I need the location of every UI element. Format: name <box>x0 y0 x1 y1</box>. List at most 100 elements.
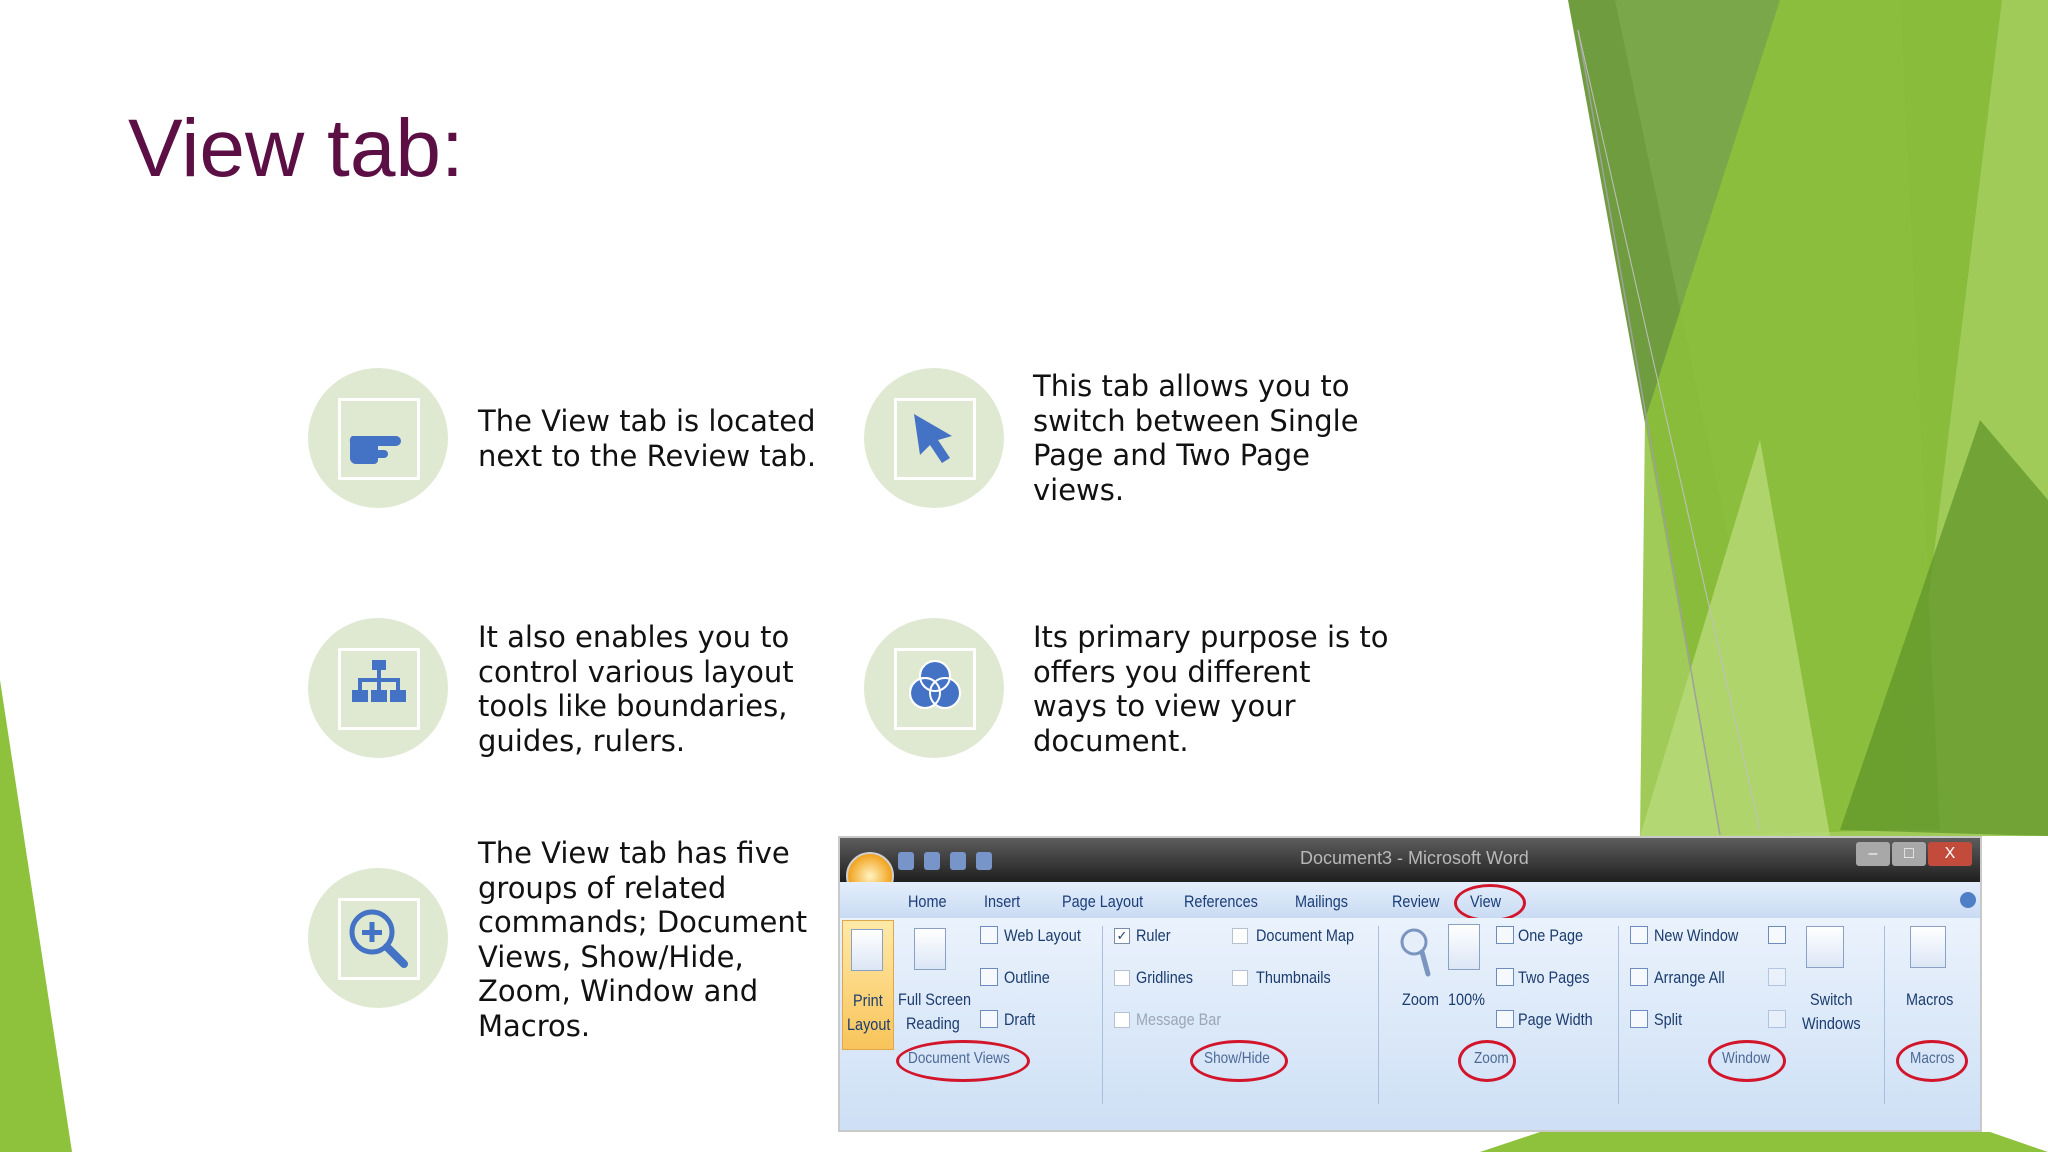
text-line: Page and Two Page <box>1033 438 1311 472</box>
text-line: Zoom, Window and <box>478 974 759 1008</box>
thumbnails-checkbox[interactable] <box>1232 970 1248 986</box>
hundred-percent-icon <box>1448 924 1480 970</box>
slide-title: View tab: <box>128 103 464 194</box>
side-by-side-icon[interactable] <box>1768 926 1786 944</box>
zoom-button[interactable]: Zoom <box>1402 990 1439 1010</box>
one-page-button[interactable]: One Page <box>1518 926 1583 946</box>
text-line: tools like boundaries, <box>478 689 788 723</box>
highlight-ring-zoom <box>1458 1040 1516 1082</box>
help-icon[interactable] <box>1960 892 1976 908</box>
switch-windows-label-2[interactable]: Windows <box>1802 1014 1861 1034</box>
undo-icon <box>924 852 940 870</box>
window-buttons: – □ X <box>1856 842 1972 866</box>
text-line: groups of related <box>478 870 727 905</box>
close-button[interactable]: X <box>1928 842 1972 866</box>
text-line: control various layout <box>478 654 794 689</box>
full-screen-label-1[interactable]: Full Screen <box>898 990 971 1010</box>
split-button[interactable]: Split <box>1654 1010 1682 1030</box>
item-text-1: The View tab is located next to the Revi… <box>478 404 816 473</box>
item-icon-circle <box>864 368 1004 508</box>
document-map-label: Document Map <box>1256 926 1354 945</box>
group-separator <box>1884 926 1885 1104</box>
sync-scroll-icon[interactable] <box>1768 968 1786 986</box>
arrange-all-icon <box>1630 968 1648 986</box>
gridlines-label: Gridlines <box>1136 968 1194 987</box>
save-icon <box>898 852 914 870</box>
tab-page-layout[interactable]: Page Layout <box>1062 892 1143 912</box>
hundred-percent-button[interactable]: 100% <box>1448 990 1485 1010</box>
switch-windows-label-1[interactable]: Switch <box>1810 990 1853 1010</box>
new-window-icon <box>1630 926 1648 944</box>
gridlines-checkbox[interactable] <box>1114 970 1130 986</box>
venn-diagram-icon <box>909 660 961 709</box>
macros-button[interactable]: Macros <box>1906 990 1953 1010</box>
macros-icon <box>1910 926 1946 968</box>
zoom-in-icon <box>349 909 408 968</box>
minimize-button[interactable]: – <box>1856 842 1890 866</box>
switch-windows-icon <box>1806 926 1844 968</box>
page-icon <box>851 929 883 971</box>
arrange-all-button[interactable]: Arrange All <box>1654 968 1725 988</box>
text-line: ways to view your <box>1033 689 1296 723</box>
window-title: Document3 - Microsoft Word <box>1300 848 1529 868</box>
thumbnails-label: Thumbnails <box>1256 968 1331 987</box>
text-line: Macros. <box>478 1008 591 1043</box>
page-width-button[interactable]: Page Width <box>1518 1010 1593 1030</box>
web-layout-button[interactable]: Web Layout <box>1004 926 1081 946</box>
tab-review[interactable]: Review <box>1392 892 1439 912</box>
document-map-checkbox[interactable] <box>1232 928 1248 944</box>
reset-position-icon[interactable] <box>1768 1010 1786 1028</box>
new-window-button[interactable]: New Window <box>1654 926 1738 946</box>
tab-references[interactable]: References <box>1184 892 1258 912</box>
text-line: Views, Show/Hide, <box>478 939 744 974</box>
print-layout-label-2: Layout <box>847 1015 891 1034</box>
tab-insert[interactable]: Insert <box>984 892 1020 912</box>
cursor-arrow-icon <box>914 414 952 463</box>
text-line: Its primary purpose is to <box>1033 620 1389 654</box>
ribbon-tabs: Home Insert Page Layout References Maili… <box>840 882 1980 922</box>
highlight-ring-view <box>1454 884 1526 922</box>
print-layout-button[interactable]: Print Layout <box>842 920 894 1050</box>
highlight-ring-window <box>1708 1040 1786 1082</box>
text-line: next to the Review tab. <box>478 438 817 473</box>
text-line: The View tab is located <box>478 404 816 438</box>
two-pages-button[interactable]: Two Pages <box>1518 968 1589 988</box>
item-icon-circle <box>308 868 448 1008</box>
ruler-checkbox[interactable]: ✓ <box>1114 928 1130 944</box>
message-bar-checkbox[interactable] <box>1114 1012 1130 1028</box>
group-separator <box>1102 926 1103 1104</box>
window-titlebar: Document3 - Microsoft Word – □ X <box>840 838 1980 882</box>
green-band-left <box>0 680 72 1152</box>
text-line: switch between Single <box>1033 403 1359 438</box>
highlight-ring-document-views <box>896 1040 1030 1082</box>
web-layout-icon <box>980 926 998 944</box>
tab-mailings[interactable]: Mailings <box>1295 892 1348 912</box>
ruler-label: Ruler <box>1136 926 1171 945</box>
maximize-button[interactable]: □ <box>1892 842 1926 866</box>
page-width-icon <box>1496 1010 1514 1028</box>
full-screen-icon <box>914 928 946 970</box>
magnifier-icon <box>1400 928 1431 977</box>
item-icon-circle <box>308 618 448 758</box>
green-strip-bottom <box>1480 1132 2048 1152</box>
text-line: views. <box>1033 472 1125 507</box>
text-line: offers you different <box>1033 654 1311 689</box>
text-line: It also enables you to <box>478 620 790 654</box>
outline-button[interactable]: Outline <box>1004 968 1050 988</box>
draft-icon <box>980 1010 998 1028</box>
split-icon <box>1630 1010 1648 1028</box>
group-separator <box>1618 926 1619 1104</box>
tab-home[interactable]: Home <box>908 892 947 912</box>
text-line: document. <box>1033 723 1189 758</box>
word-ribbon-screenshot: Document3 - Microsoft Word – □ X Home In… <box>838 836 1982 1132</box>
draft-button[interactable]: Draft <box>1004 1010 1035 1030</box>
check-icon <box>976 852 992 870</box>
item-icon-circle <box>864 618 1004 758</box>
print-layout-label-1: Print <box>853 991 883 1010</box>
item-text-4: Its primary purpose is to offers you dif… <box>1033 620 1389 758</box>
item-text-5: The View tab has five groups of related … <box>478 836 807 1043</box>
text-line: This tab allows you to <box>1033 369 1350 403</box>
full-screen-label-2[interactable]: Reading <box>906 1014 960 1034</box>
outline-icon <box>980 968 998 986</box>
org-chart-icon <box>352 660 406 702</box>
